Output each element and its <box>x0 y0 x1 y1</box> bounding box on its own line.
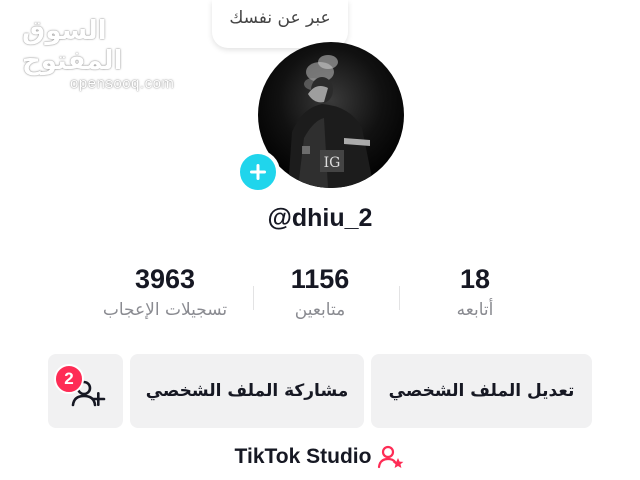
edit-profile-button[interactable]: تعديل الملف الشخصي <box>371 354 592 428</box>
share-profile-button[interactable]: مشاركة الملف الشخصي <box>130 354 364 428</box>
followers-stat[interactable]: 1156 متابعين <box>235 262 405 324</box>
likes-label: تسجيلات الإعجاب <box>102 300 228 320</box>
watermark-arabic-text: السوق المفتوح <box>22 16 123 76</box>
likes-stat: 3963 تسجيلات الإعجاب <box>80 262 250 324</box>
avatar[interactable]: IG <box>258 42 404 188</box>
friend-request-count-badge: 2 <box>54 364 84 394</box>
profile-username: @dhiu_2 <box>267 204 373 232</box>
watermark-latin-text: opensooq.com <box>70 75 175 92</box>
profile-note-bubble[interactable]: عبر عن نفسك <box>212 0 348 48</box>
add-avatar-button[interactable] <box>236 150 280 194</box>
edit-profile-label: تعديل الملف الشخصي <box>388 381 575 401</box>
following-label: أتابعه <box>456 300 494 320</box>
svg-text:IG: IG <box>324 155 341 171</box>
following-count: 18 <box>459 264 491 294</box>
avatar-image: IG <box>288 55 374 188</box>
profile-note-text: عبر عن نفسك <box>229 8 331 28</box>
following-stat[interactable]: 18 أتابعه <box>390 262 560 324</box>
followers-label: متابعين <box>294 300 346 320</box>
likes-count: 3963 <box>134 264 196 294</box>
tiktok-studio-label: TikTok Studio <box>234 445 372 468</box>
plus-icon <box>250 164 266 180</box>
tiktok-studio-link[interactable]: TikTok Studio <box>0 444 640 470</box>
studio-icon <box>378 445 404 469</box>
share-profile-label: مشاركة الملف الشخصي <box>145 381 349 401</box>
opensooq-watermark: السوق المفتوح opensooq.com <box>22 16 182 92</box>
followers-count: 1156 <box>290 264 350 294</box>
